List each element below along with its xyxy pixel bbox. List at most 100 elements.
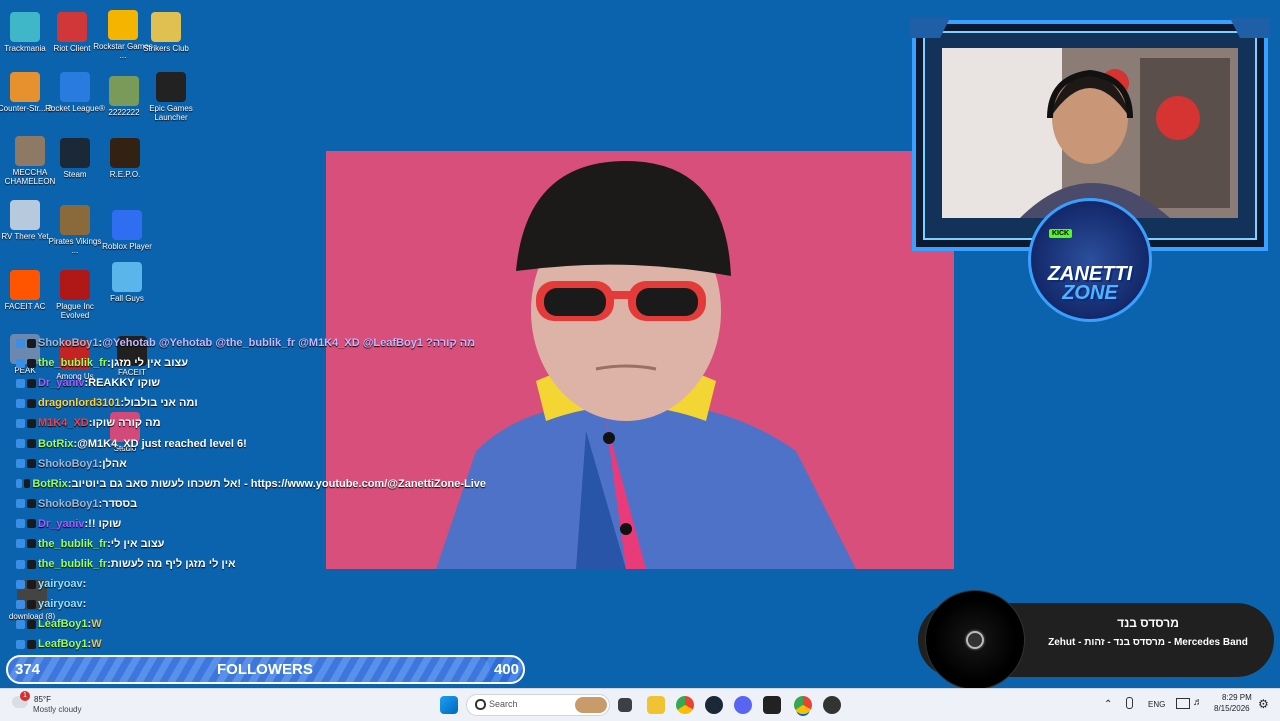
search-highlight-image [575,697,607,713]
desktop-icon-epic-games-launcher[interactable]: Epic Games Launcher [141,72,201,122]
chat-text: @M1K4_XD just reached level 6! [77,437,247,450]
badge-icon [16,519,25,529]
app-icon [15,136,45,166]
chat-message: ShokoBoy1 : בססדר [16,494,486,514]
channel-logo: KICK ZANETTI ZONE [1028,198,1152,322]
app-icon [108,10,138,40]
chat-username: yairyoav [38,578,83,591]
chat-message: the_bublik_fr : עצוב אין לי מזגן [16,353,486,373]
desktop-icon-label: Roblox Player [102,242,152,251]
chat-username: the_bublik_fr [38,537,108,550]
badge-icon [16,599,25,609]
network-icon[interactable] [1176,698,1190,709]
app-icon [112,262,142,292]
badge-icon [16,559,25,569]
badge-icon [27,358,36,368]
clock-date[interactable]: 8/15/2026 [1214,704,1250,713]
file-explorer-icon[interactable] [647,696,665,714]
chat-text: W [91,638,102,651]
chrome-icon[interactable] [676,696,694,714]
badge-icon [27,519,36,529]
chat-text: עצוב אין לי מזגן [110,357,189,370]
followers-current: 374 [15,661,41,678]
language-indicator[interactable]: ENG [1148,700,1165,709]
app-icon [60,205,90,235]
chat-message: ShokoBoy1 : אהלן [16,454,486,474]
app-icon [110,138,140,168]
app-icon [57,12,87,42]
badge-icon [16,439,25,449]
desktop-icon-label: Strikers Club [143,44,189,53]
badge-icon [16,358,25,368]
chat-message: LeafBoy1 : W [16,634,486,654]
desktop-icon-label: R.E.P.O. [109,170,141,179]
badge-icon [16,619,25,629]
discord-icon[interactable] [734,696,752,714]
chat-message: Dr_yaniv : REAKKY שוקו [16,373,486,393]
chat-message: ShokoBoy1 : @Yehotab @Yehotab @the_bubli… [16,333,486,353]
chat-text: ומה אני בולבול [124,397,198,410]
chat-text: בססדר [102,497,138,510]
badge-icon [16,459,25,469]
badge-icon [24,479,31,489]
steam-icon[interactable] [705,696,723,714]
chat-username: BotRix [38,437,74,450]
chat-username: BotRix [32,477,68,490]
search-icon [475,699,486,710]
weather-desc: Mostly cloudy [33,705,82,714]
badge-icon [27,559,36,569]
badge-icon [27,619,36,629]
chat-username: LeafBoy1 [38,618,88,631]
obs-icon[interactable] [763,696,781,714]
search-box[interactable]: Search [466,694,610,716]
app-icon [10,200,40,230]
tray-chevron-icon[interactable]: ⌃ [1104,699,1112,710]
desktop-icon-label: Plague Inc Evolved [56,302,94,320]
chat-text: אהלן [102,457,127,470]
app-icon [10,270,40,300]
chat-message: BotRix : אל תשכחו לעשות סאב גם ביוטיוב! … [16,474,486,494]
chat-message: the_bublik_fr : אין לי מזגן ליף מה לעשות [16,554,486,574]
badge-icon [27,459,36,469]
search-placeholder: Search [489,699,518,709]
chat-text: @Yehotab @Yehotab @the_bublik_fr @M1K4_X… [102,337,476,350]
badge-icon [16,639,25,649]
badge-icon [27,639,36,649]
app-icon [109,76,139,106]
chrome-active-icon[interactable] [794,696,812,714]
followers-goal-bar: 374 FOLLOWERS 400 [6,655,525,684]
desktop-icon-plague-inc-evolved[interactable]: Plague Inc Evolved [45,270,105,320]
desktop-icon-r-e-p-o[interactable]: R.E.P.O. [95,138,155,179]
chat-username: Dr_yaniv [38,517,85,530]
volume-icon[interactable]: ♬ [1193,697,1203,708]
chat-text: W [91,618,102,631]
app-icon [60,270,90,300]
microphone-icon[interactable] [1126,697,1133,709]
badge-icon [16,499,25,509]
desktop-icon-strikers-club[interactable]: Strikers Club [136,12,196,53]
vinyl-disc-icon [926,591,1024,689]
followers-goal: 400 [493,661,519,678]
now-playing-widget: מרסדס בנד Mercedes Band - מרסדס בנד - זה… [918,591,1274,689]
badge-icon [16,338,25,348]
badge-icon [27,579,36,589]
app-icon[interactable] [823,696,841,714]
desktop-icon-roblox-player[interactable]: Roblox Player [97,210,157,251]
chat-username: M1K4_XD [38,417,89,430]
clock-time[interactable]: 8:29 PM [1222,693,1252,702]
chat-username: dragonlord3101 [38,397,121,410]
badge-icon [16,579,25,589]
desktop-icon-pirates-vikings[interactable]: Pirates Vikings ... [45,205,105,255]
chat-text: עצוב אין לי [110,537,165,550]
chat-separator: : [82,578,87,591]
desktop-icon-fall-guys[interactable]: Fall Guys [97,262,157,303]
chat-message: yairyoav : [16,574,486,594]
start-button[interactable] [440,696,458,714]
badge-icon [16,378,25,388]
settings-gear-icon[interactable]: ⚙ [1258,697,1269,711]
badge-icon [27,338,36,348]
desktop-icon-label: Pirates Vikings ... [48,237,102,255]
task-view-icon[interactable] [618,698,632,712]
weather-widget[interactable]: 1 85°F Mostly cloudy [10,691,100,717]
desktop: Trackmania Riot Client Rockstar Games ... S… [0,0,1280,689]
